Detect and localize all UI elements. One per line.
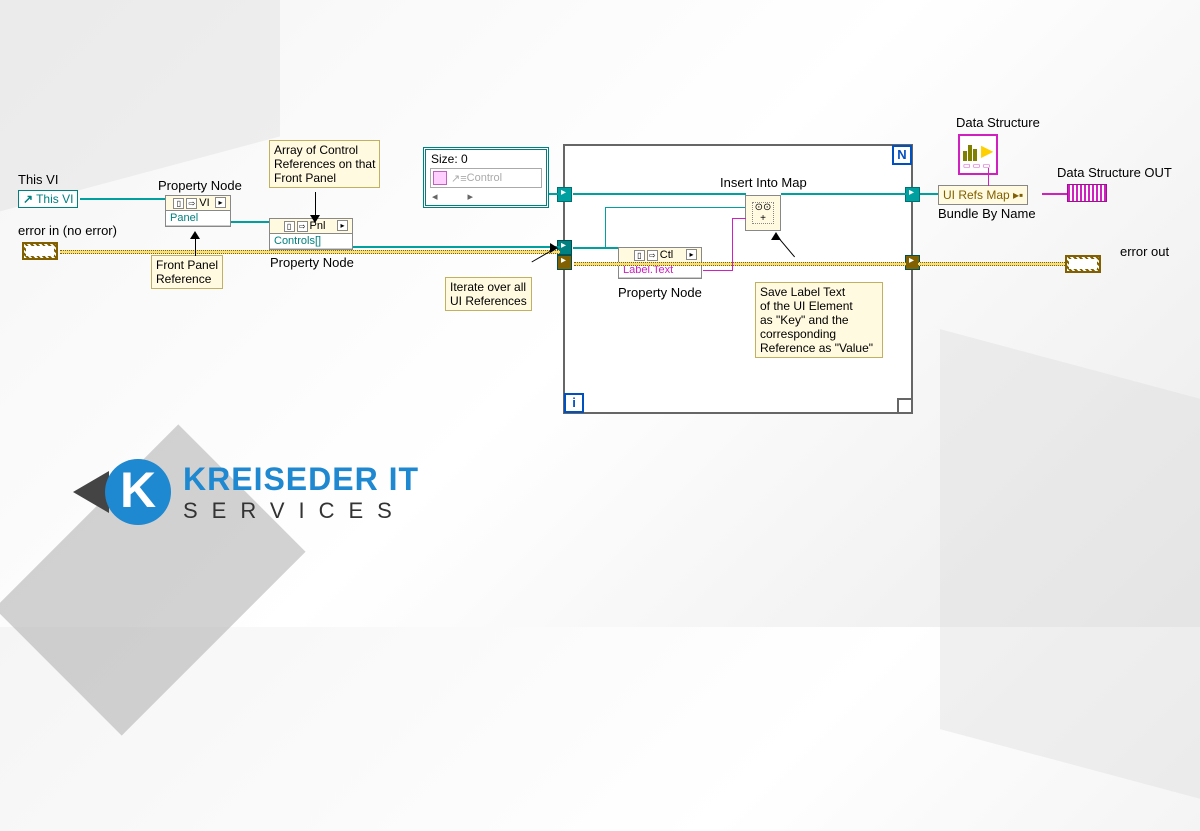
size-label: Size: 0 — [428, 152, 544, 166]
error-wire — [60, 250, 560, 254]
prop-header-text: VI — [199, 197, 209, 209]
doc-icon: ▯ — [173, 198, 184, 209]
loop-n-terminal: N — [892, 145, 912, 165]
wire — [605, 207, 745, 208]
wire — [781, 193, 907, 195]
error-in-cluster — [22, 242, 58, 260]
front-panel-ref-comment: Front Panel Reference — [151, 255, 223, 289]
map-sym-plus: + — [760, 213, 766, 224]
this-vi-label: This VI — [18, 172, 58, 187]
this-vi-node: This VI — [18, 190, 78, 208]
prop-row-controls: Controls[] — [270, 234, 352, 249]
tunnel-shift-left — [557, 187, 572, 202]
arrow-line — [195, 238, 196, 256]
control-text: Control — [467, 172, 502, 184]
doc-icon: ▯ — [284, 221, 295, 232]
tunnel-shift-right — [905, 187, 920, 202]
wire — [920, 193, 938, 195]
prop-header-text: Ctl — [660, 249, 673, 261]
prop-row-panel: Panel — [166, 211, 230, 226]
arrow-head-icon — [550, 243, 558, 253]
arrow-icon: ▸ — [337, 220, 348, 231]
arrow-head-icon — [190, 231, 200, 239]
data-structure-node: ▶ ▭ ▭ ▭ — [958, 134, 998, 175]
bg-shape — [940, 329, 1200, 831]
iterate-comment: Iterate over all UI References — [445, 277, 532, 311]
error-wire — [574, 262, 906, 266]
arrow-icon: ▸ — [686, 249, 697, 260]
wire — [573, 247, 618, 249]
property-node-vi: ▯⇨VI ▸ Panel — [165, 195, 231, 227]
loop-fold-icon — [897, 398, 911, 412]
wire — [231, 221, 269, 223]
wire-pink — [732, 218, 746, 219]
doc-icon: ▯ — [634, 250, 645, 261]
error-out-label: error out — [1120, 244, 1169, 259]
wire-pink — [988, 168, 989, 186]
logo-mark-icon: K — [105, 459, 171, 525]
scroll-arrows: ◂▸ — [428, 190, 544, 203]
wire — [549, 193, 559, 195]
arrow-line — [315, 192, 316, 216]
map-constant: Size: 0 ↗≡ Control ◂▸ — [423, 147, 549, 208]
bundle-by-name-node: UI Refs Map ▸▪ — [938, 185, 1028, 205]
bundle-field-text: UI Refs Map — [943, 188, 1010, 202]
error-in-label: error in (no error) — [18, 223, 117, 238]
wire — [353, 246, 560, 248]
control-ref-icon — [433, 171, 447, 185]
logo-letter: K — [105, 459, 171, 525]
bundle-by-name-label: Bundle By Name — [938, 206, 1036, 221]
map-sym-top: ⊙⊙ — [755, 202, 772, 213]
logo-main-text: KREISEDER IT — [183, 461, 419, 498]
this-vi-text: This VI — [36, 192, 73, 206]
wire — [80, 198, 165, 200]
link-icon: ⇨ — [647, 250, 658, 261]
wire-pink — [1042, 193, 1067, 195]
tunnel-error — [557, 255, 572, 270]
insert-map-label: Insert Into Map — [720, 175, 807, 190]
wire-pink — [732, 218, 733, 271]
arrow-head-icon — [310, 215, 320, 223]
save-label-comment: Save Label Text of the UI Element as "Ke… — [755, 282, 883, 358]
link-icon: ⇨ — [297, 221, 308, 232]
property-node-label: Property Node — [270, 255, 354, 270]
logo-arrow-icon — [73, 471, 109, 513]
wire — [573, 193, 746, 195]
arrow-icon: ▸ — [215, 197, 226, 208]
data-structure-out-terminal — [1067, 184, 1107, 202]
control-ref-placeholder: ↗≡ Control — [430, 168, 542, 188]
error-out-cluster — [1065, 255, 1101, 273]
loop-i-terminal: i — [564, 393, 584, 413]
data-structure-out-label: Data Structure OUT — [1057, 165, 1172, 180]
property-node-label: Property Node — [618, 285, 702, 300]
error-wire — [918, 262, 1065, 266]
arrow-head-icon — [771, 232, 781, 240]
wire — [605, 207, 606, 248]
logo-sub-text: SERVICES — [183, 498, 419, 524]
company-logo: K KREISEDER IT SERVICES — [105, 459, 419, 525]
property-node-label: Property Node — [158, 178, 242, 193]
wire-pink — [703, 270, 733, 271]
insert-into-map-node: ⊙⊙ + — [745, 195, 781, 231]
data-structure-label: Data Structure — [956, 115, 1040, 130]
link-icon: ⇨ — [186, 198, 197, 209]
array-refs-comment: Array of Control References on that Fron… — [269, 140, 380, 188]
